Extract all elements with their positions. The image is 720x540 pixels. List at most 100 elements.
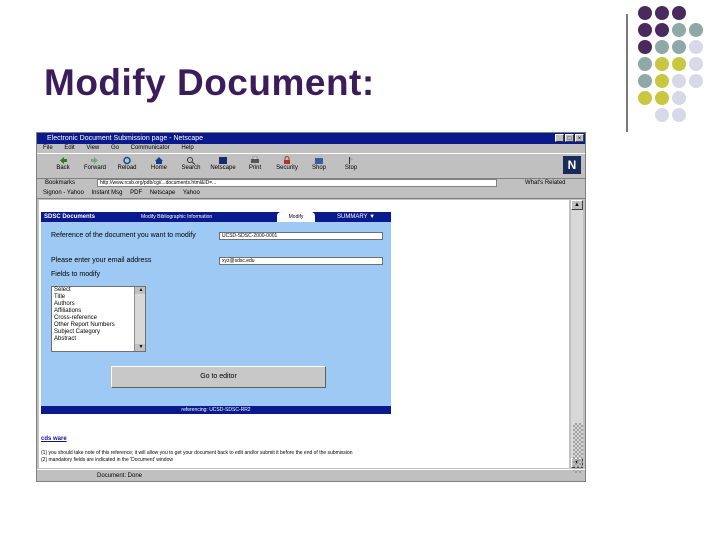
location-bar: Bookmarks http://www.rcsb.org/pdb/cgi/..… [37, 178, 585, 188]
dot [655, 108, 669, 122]
dot [689, 23, 703, 37]
status-text: Document: Done [97, 473, 143, 479]
list-item[interactable]: Abstract [52, 336, 145, 343]
link-yahoo[interactable]: Yahoo [183, 190, 200, 196]
list-item[interactable]: Affiliations [52, 308, 145, 315]
footnote-1: (1) you should take note of this referen… [41, 450, 353, 456]
list-item[interactable]: Cross-reference [52, 315, 145, 322]
security-button[interactable]: Security [271, 156, 303, 176]
dot [689, 74, 703, 88]
page-content: SDSC Documents Modify Bibliographic Info… [39, 200, 569, 468]
home-button[interactable]: Home [143, 156, 175, 176]
list-item[interactable]: Title [52, 294, 145, 301]
email-label: Please enter your email address [51, 257, 152, 264]
tab-summary[interactable]: SUMMARY ▼ [337, 212, 391, 222]
stop-label: Stop [344, 165, 358, 171]
link-pdf[interactable]: PDF [130, 190, 142, 196]
tab-summary-label: SUMMARY [337, 214, 368, 220]
cds-ware-logo[interactable]: cds ware [41, 436, 67, 442]
decorative-dot-grid [638, 6, 718, 146]
tab-modify[interactable]: Modify [277, 212, 315, 222]
dot [638, 57, 652, 71]
footnote-2: (2) mandatory fields are indicated in th… [41, 457, 173, 463]
menu-communicator[interactable]: Communicator [131, 145, 170, 151]
netscape-button[interactable]: Netscape [207, 156, 239, 176]
menu-help[interactable]: Help [181, 145, 193, 151]
print-button[interactable]: Print [239, 156, 271, 176]
bookmarks-button[interactable]: Bookmarks [45, 180, 75, 186]
browser-window: Electronic Document Submission page - Ne… [36, 132, 586, 482]
form-header-subtitle: Modify Bibliographic Information [141, 214, 213, 220]
dot [672, 40, 686, 54]
maximize-button[interactable]: □ [565, 134, 574, 142]
search-button[interactable]: Search [175, 156, 207, 176]
dot [655, 74, 669, 88]
dot [638, 74, 652, 88]
list-item[interactable]: Select [52, 287, 145, 294]
divider-line [626, 14, 628, 132]
shop-button[interactable]: Shop [303, 156, 335, 176]
security-icon [284, 156, 290, 164]
dot [672, 91, 686, 105]
dot [638, 6, 652, 20]
back-label: Back [56, 165, 70, 171]
reload-button[interactable]: Reload [111, 156, 143, 176]
dot [638, 91, 652, 105]
listbox-scrollbar[interactable]: ▲ ▼ [134, 287, 145, 351]
minimize-button[interactable]: _ [555, 134, 564, 142]
menu-file[interactable]: File [43, 145, 53, 151]
reference-input[interactable]: UCSD-SDSC-2000-0001 [219, 232, 383, 240]
status-bar: Document: Done [37, 469, 585, 481]
scroll-up-icon[interactable]: ▲ [135, 287, 145, 294]
scroll-down-icon[interactable]: ▼ [135, 344, 145, 351]
url-field[interactable]: http://www.rcsb.org/pdb/cgi/...documents… [97, 179, 497, 187]
form-footer: referencing: UCSD-SDSC-RR2 [41, 406, 391, 414]
link-instant-msg[interactable]: Instant Msg [91, 190, 122, 196]
reload-label: Reload [117, 165, 137, 171]
dither-pattern [573, 423, 583, 473]
dot [672, 108, 686, 122]
list-item[interactable]: Authors [52, 301, 145, 308]
chevron-down-icon: ▼ [369, 214, 376, 220]
go-to-editor-button[interactable]: Go to editor [111, 366, 326, 388]
dot [672, 23, 686, 37]
form-header-title: SDSC Documents [44, 214, 96, 220]
forward-button[interactable]: Forward [79, 156, 111, 176]
scroll-up-icon[interactable]: ▲ [571, 200, 583, 210]
back-button[interactable]: Back [47, 156, 79, 176]
menu-edit[interactable]: Edit [64, 145, 74, 151]
netscape-icon [219, 157, 227, 164]
security-label: Security [276, 165, 298, 171]
dot [655, 23, 669, 37]
search-icon [187, 157, 196, 165]
link-signon-yahoo[interactable]: Signon - Yahoo [43, 190, 84, 196]
forward-label: Forward [83, 165, 106, 171]
list-item[interactable]: Other Report Numbers [52, 322, 145, 329]
print-label: Print [248, 165, 262, 171]
email-field[interactable]: xyz@sdsc.edu [219, 257, 383, 265]
slide-title: Modify Document: [44, 62, 375, 103]
menu-go[interactable]: Go [111, 145, 119, 151]
personal-toolbar: Signon - Yahoo Instant Msg PDF Netscape … [37, 188, 585, 199]
print-icon [251, 156, 259, 163]
stop-icon [349, 157, 354, 164]
menu-view[interactable]: View [86, 145, 99, 151]
close-button[interactable]: × [575, 134, 584, 142]
whats-related-button[interactable]: What's Related [525, 178, 566, 188]
form-header: SDSC Documents Modify Bibliographic Info… [41, 212, 391, 222]
navigation-toolbar: Back Forward Reload Home Search Netscape… [37, 153, 585, 179]
shop-label: Shop [311, 165, 326, 171]
netscape-label: Netscape [210, 165, 236, 171]
link-netscape[interactable]: Netscape [150, 190, 175, 196]
form-body: Reference of the document you want to mo… [41, 222, 391, 406]
shop-icon [315, 158, 323, 164]
fields-label: Fields to modify [51, 271, 101, 278]
stop-button[interactable]: Stop [335, 156, 367, 176]
dot [672, 74, 686, 88]
fields-listbox[interactable]: Select Title Authors Affiliations Cross-… [51, 286, 146, 352]
list-item[interactable]: Subject Category [52, 329, 145, 336]
netscape-logo-icon: N [563, 156, 581, 174]
dot [655, 40, 669, 54]
dot [689, 40, 703, 54]
home-label: Home [150, 165, 167, 171]
